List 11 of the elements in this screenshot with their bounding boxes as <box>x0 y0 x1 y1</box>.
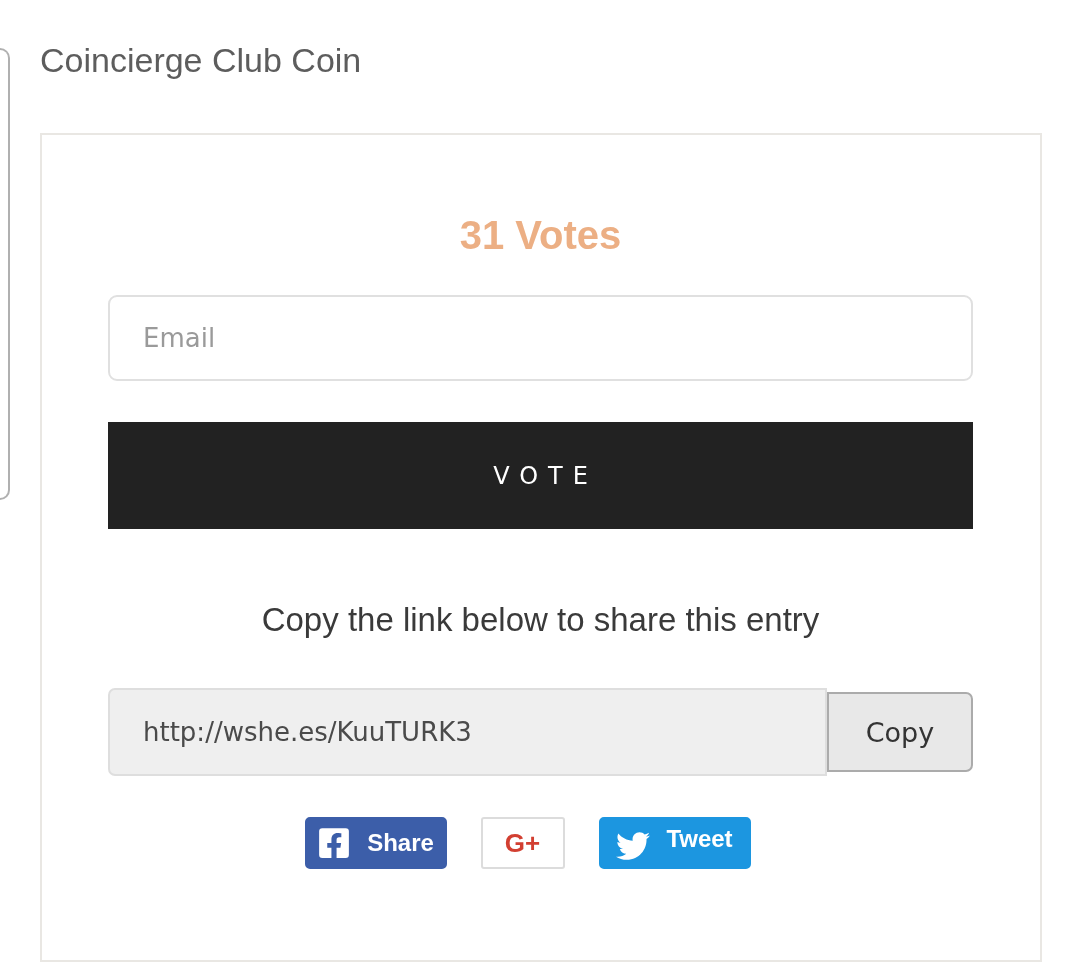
vote-button[interactable]: VOTE <box>108 422 973 529</box>
bird-icon <box>616 829 651 863</box>
copy-button[interactable]: Copy <box>827 692 973 772</box>
page-title: Coincierge Club Coin <box>40 40 363 81</box>
facebook-icon <box>317 826 352 860</box>
facebook-share-button[interactable]: Share <box>304 817 447 869</box>
email-field[interactable]: Email <box>108 295 973 381</box>
share-prompt: Copy the link below to share this entry <box>261 600 820 640</box>
google-plus-button[interactable]: G+ <box>480 817 565 869</box>
share-link-field[interactable]: http://wshe.es/KuuTURK3 <box>108 688 827 776</box>
vote-count: 31 Votes <box>459 212 622 259</box>
